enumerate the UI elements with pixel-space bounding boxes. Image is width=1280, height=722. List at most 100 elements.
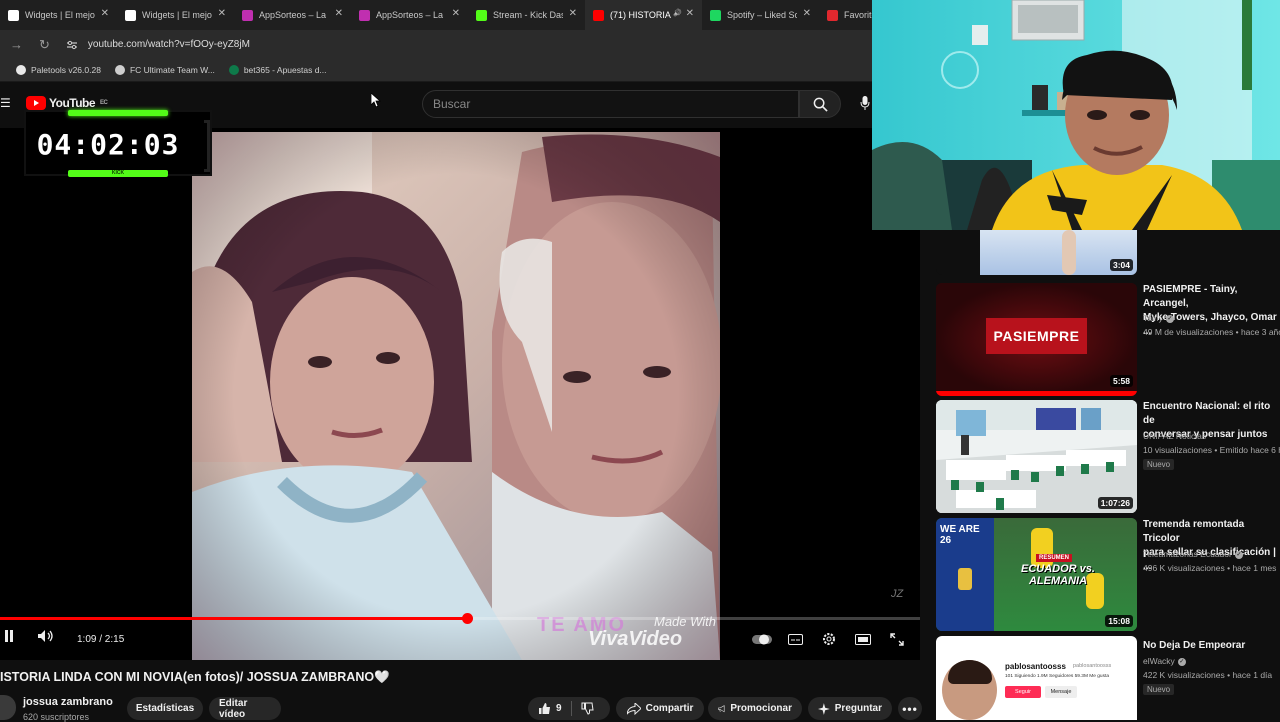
browser-tab-label: Favoritos bbox=[844, 10, 872, 20]
follow-button: Seguir bbox=[1005, 686, 1041, 698]
browser-tab-bar: Widgets | El mejor ✕ Widgets | El mejor ✕ Ap… bbox=[0, 0, 872, 30]
close-tab-icon[interactable]: ✕ bbox=[452, 8, 460, 19]
video-photo bbox=[192, 132, 720, 660]
gear-icon bbox=[823, 633, 835, 645]
progress-bar[interactable] bbox=[0, 613, 920, 624]
autoplay-toggle[interactable] bbox=[752, 634, 772, 648]
bookmark-item[interactable]: Paletools v26.0.28 bbox=[16, 65, 101, 75]
channel-avatar[interactable] bbox=[0, 695, 16, 720]
browser-tab[interactable]: (71) HISTORIA 🔊 ✕ bbox=[585, 0, 702, 30]
youtube-play-icon bbox=[26, 96, 46, 110]
stats-button[interactable]: Estadísticas bbox=[127, 697, 203, 720]
corner-watermark: JZ bbox=[891, 588, 904, 600]
recommendation-thumbnail[interactable]: PASIEMPRE 5:58 bbox=[936, 283, 1137, 396]
close-tab-icon[interactable]: ✕ bbox=[335, 8, 343, 19]
bookmark-item[interactable]: bet365 - Apuestas d... bbox=[228, 65, 327, 75]
forward-icon[interactable]: → bbox=[10, 37, 23, 52]
recommendation-channel[interactable]: elWacky ✓ bbox=[1143, 656, 1186, 666]
recommendations-list: 3:04 PASIEMPRE 5:58 PASIEMPRE - Tainy, A… bbox=[936, 230, 1280, 720]
verified-icon: ✓ bbox=[1234, 550, 1243, 559]
site-settings-icon[interactable] bbox=[66, 40, 78, 50]
bookmark-label: bet365 - Apuestas d... bbox=[243, 65, 327, 75]
browser-tab[interactable]: AppSorteos – La mejor ✕ bbox=[234, 0, 351, 30]
tab-audio-icon[interactable]: 🔊 bbox=[673, 9, 682, 17]
close-tab-icon[interactable]: ✕ bbox=[686, 8, 694, 19]
promote-button[interactable]: Promocionar bbox=[708, 697, 802, 720]
video-frame[interactable]: TE AMO Made With VivaVideo bbox=[192, 132, 720, 660]
favoritos-favicon-icon bbox=[827, 9, 838, 21]
duration-badge: 5:58 bbox=[1109, 375, 1133, 387]
profile-username: pablosantoosss bbox=[1005, 662, 1066, 671]
captions-icon bbox=[788, 634, 803, 645]
close-tab-icon[interactable]: ✕ bbox=[218, 8, 226, 19]
close-tab-icon[interactable]: ✕ bbox=[569, 8, 577, 19]
volume-button[interactable] bbox=[38, 630, 55, 645]
volume-icon bbox=[38, 630, 53, 642]
world-cup-trophy-icon bbox=[958, 568, 972, 590]
webcam-feed bbox=[872, 0, 1280, 230]
browser-tab[interactable]: Spotify – Liked Songs ✕ bbox=[702, 0, 819, 30]
browser-tab[interactable]: AppSorteos – La mejor ✕ bbox=[351, 0, 468, 30]
recommendation-thumbnail[interactable]: WE ARE 26 RESUMEN ECUADOR vs. ALEMANIA 1… bbox=[936, 518, 1137, 631]
recommendation-thumbnail[interactable]: 3:04 bbox=[936, 230, 1137, 275]
more-actions-button[interactable]: ••• bbox=[898, 697, 922, 720]
reload-icon[interactable]: ↻ bbox=[39, 37, 50, 53]
timer-bracket bbox=[204, 120, 210, 172]
recommendation-thumbnail[interactable]: 1:07:26 bbox=[936, 400, 1137, 513]
share-label: Compartir bbox=[645, 703, 694, 714]
like-button[interactable]: 9 bbox=[538, 702, 562, 715]
duration-badge: 3:04 bbox=[1109, 259, 1133, 271]
spotify-favicon-icon bbox=[710, 9, 721, 21]
edit-video-button[interactable]: Editar vídeo bbox=[209, 697, 281, 720]
profile-handle: pablosantoosss bbox=[1073, 663, 1112, 669]
close-tab-icon[interactable]: ✕ bbox=[101, 8, 109, 19]
youtube-logo-text: YouTube bbox=[49, 96, 96, 110]
settings-button[interactable] bbox=[822, 632, 836, 649]
recommendation-meta: 49 M de visualizaciones • hace 3 años bbox=[1143, 327, 1280, 337]
fullscreen-button[interactable] bbox=[890, 633, 904, 649]
share-button[interactable]: Compartir bbox=[616, 697, 704, 720]
browser-tab[interactable]: Favoritos✕ bbox=[819, 0, 872, 30]
search-input[interactable]: Buscar bbox=[422, 90, 799, 118]
duration-badge: 1:07:26 bbox=[1097, 497, 1133, 509]
vivavideo-watermark: VivaVideo bbox=[588, 628, 683, 650]
timer-label: KICK bbox=[68, 170, 168, 177]
browser-tab[interactable]: Widgets | El mejor ✕ bbox=[0, 0, 117, 30]
browser-tab[interactable]: Widgets | El mejor ✕ bbox=[117, 0, 234, 30]
subscriber-count: 620 suscriptores bbox=[23, 712, 90, 722]
captions-button[interactable] bbox=[788, 634, 803, 648]
close-tab-icon[interactable]: ✕ bbox=[803, 8, 811, 19]
recommendation-title[interactable]: No Deja De Empeorar bbox=[1143, 639, 1280, 653]
match-title-text: ECUADOR vs. ALEMANIA bbox=[1021, 563, 1095, 587]
theater-icon bbox=[855, 634, 871, 645]
bookmark-item[interactable]: FC Ultimate Team W... bbox=[114, 65, 215, 75]
youtube-logo[interactable]: YouTube EC bbox=[26, 96, 108, 110]
recommendation-channel[interactable]: Teleamazonas Ecuador ✓ bbox=[1143, 549, 1243, 559]
video-player[interactable]: TE AMO Made With VivaVideo JZ 1:09 / 2:1… bbox=[0, 128, 920, 660]
recommendation-channel[interactable]: Tainy ✓ bbox=[1143, 313, 1174, 323]
recommendation-channel[interactable]: UNIPAZ Noticias bbox=[1143, 431, 1206, 441]
browser-tab-label: Stream - Kick Dashboard bbox=[493, 10, 563, 20]
ask-button[interactable]: Preguntar bbox=[808, 697, 892, 720]
search-button[interactable] bbox=[799, 90, 841, 118]
channel-name[interactable]: jossua zambrano bbox=[23, 696, 113, 708]
theater-mode-button[interactable] bbox=[855, 634, 871, 648]
pause-button[interactable] bbox=[4, 630, 14, 645]
summary-badge: RESUMEN bbox=[1036, 554, 1073, 562]
autoplay-toggle-icon bbox=[752, 634, 772, 645]
browser-tab-label: Widgets | El mejor bbox=[142, 10, 212, 20]
timer-value: 04:02:03 bbox=[36, 128, 180, 161]
microphone-icon[interactable] bbox=[860, 96, 870, 110]
menu-icon[interactable]: ☰ bbox=[0, 96, 11, 110]
fullscreen-icon bbox=[890, 633, 904, 646]
address-bar: → ↻ youtube.com/watch?v=fOOy-eyZ8jM bbox=[0, 30, 872, 59]
recommendation-thumbnail[interactable]: pablosantoosss pablosantoosss 101 Siguie… bbox=[936, 636, 1137, 720]
new-badge: Nuevo bbox=[1143, 684, 1175, 695]
appsorteos-favicon-icon bbox=[242, 9, 253, 21]
browser-tab[interactable]: Stream - Kick Dashboard ✕ bbox=[468, 0, 585, 30]
widgets-favicon-icon bbox=[8, 9, 19, 21]
browser-tab-label: AppSorteos – La mejor bbox=[376, 10, 446, 20]
url-field[interactable]: youtube.com/watch?v=fOOy-eyZ8jM bbox=[66, 39, 250, 50]
stream-timer-widget: 04:02:03 KICK bbox=[24, 110, 212, 177]
thumbs-down-icon[interactable] bbox=[581, 702, 594, 715]
